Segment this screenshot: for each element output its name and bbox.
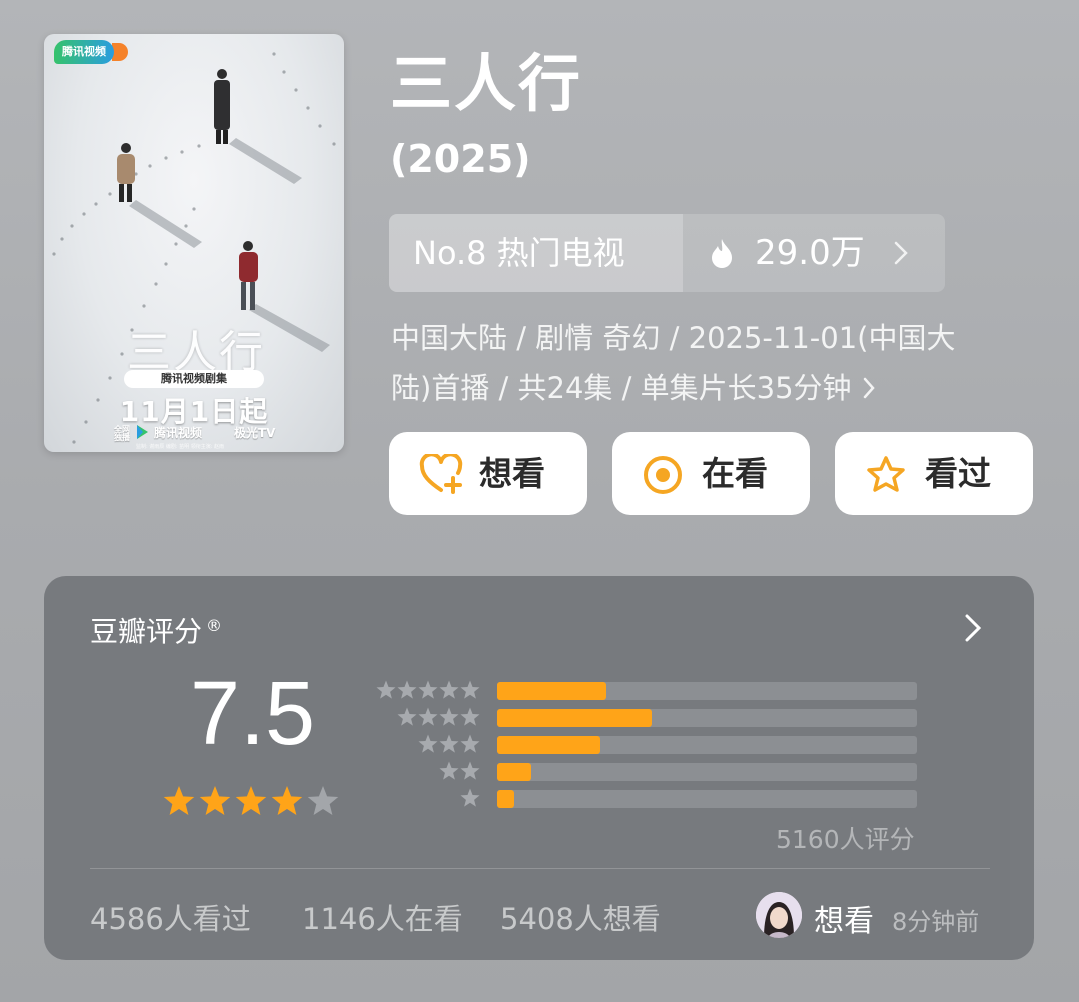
distribution-stars-icon: [418, 734, 480, 753]
star-gray-icon: [418, 707, 438, 726]
rating-score: 7.5: [190, 664, 316, 764]
distribution-bar: [497, 736, 600, 754]
distribution-bar: [497, 763, 531, 781]
poster-banner: 腾讯视频剧集: [124, 370, 264, 388]
distribution-stars-icon: [460, 788, 480, 807]
distribution-row-5-star: [374, 680, 919, 700]
star-gray-icon: [376, 680, 396, 699]
distribution-track: [497, 682, 917, 700]
star-gray-icon: [397, 707, 417, 726]
poster-platform-1: 腾讯视频: [154, 426, 203, 440]
distribution-stars-icon: [397, 707, 480, 726]
rating-title: 豆瓣评分 ®: [90, 615, 223, 648]
poster-credits: 监制: 谢雨辰 编剧: 苗明 领衔主演: 赵雨: [136, 444, 225, 449]
star-filled-icon: [163, 786, 195, 815]
poster-image[interactable]: 腾讯视频 三人行 腾讯视频剧集 11月1日起 全网独播 腾讯视频 极光TV 监制…: [44, 34, 344, 452]
watching-count[interactable]: 1146人在看: [302, 896, 463, 938]
watching-label: 在看: [702, 454, 768, 493]
star-filled-icon: [199, 786, 231, 815]
star-empty-icon: [307, 786, 339, 815]
star-gray-icon: [460, 734, 480, 753]
watching-button[interactable]: 在看: [612, 432, 810, 515]
star-gray-icon: [460, 761, 480, 780]
distribution-track: [497, 790, 917, 808]
rank-label: No.8 热门电视: [389, 214, 683, 292]
star-outline-icon: [865, 454, 907, 504]
recent-user-action: 想看: [814, 904, 874, 939]
heat-value: 29.0万: [755, 233, 865, 273]
recent-user-time: 8分钟前: [892, 908, 980, 936]
want-to-watch-button[interactable]: 想看: [389, 432, 587, 515]
star-gray-icon: [439, 680, 459, 699]
heart-plus-icon: [419, 452, 465, 502]
chevron-right-icon: [893, 240, 909, 270]
distribution-stars-icon: [376, 680, 480, 699]
distribution-bar: [497, 790, 514, 808]
ranking-bar[interactable]: No.8 热门电视 29.0万: [389, 214, 945, 292]
fire-icon: [707, 238, 737, 274]
watched-label: 看过: [925, 454, 991, 493]
meta-info[interactable]: 中国大陆 / 剧情 奇幻 / 2025-11-01(中国大 陆)首播 / 共24…: [391, 313, 1011, 415]
meta-line-2: 陆)首播 / 共24集 / 单集片长35分钟: [391, 371, 852, 405]
star-gray-icon: [418, 734, 438, 753]
star-gray-icon: [460, 707, 480, 726]
meta-line-1: 中国大陆 / 剧情 奇幻 / 2025-11-01(中国大: [391, 321, 956, 355]
rating-count: 5160人评分: [776, 825, 915, 854]
watched-button[interactable]: 看过: [835, 432, 1033, 515]
distribution-bar: [497, 682, 607, 700]
poster-platforms: 全网独播 腾讯视频 极光TV: [114, 424, 314, 442]
poster-platform-2: 极光TV: [234, 426, 276, 440]
poster-platform-label: 全网独播: [114, 425, 130, 442]
distribution-track: [497, 736, 917, 754]
star-gray-icon: [439, 707, 459, 726]
star-filled-icon: [271, 786, 303, 815]
heat-section[interactable]: 29.0万: [683, 214, 945, 292]
star-gray-icon: [460, 788, 480, 807]
star-gray-icon: [397, 680, 417, 699]
want-count[interactable]: 5408人想看: [500, 896, 661, 938]
distribution-stars-icon: [439, 761, 480, 780]
chevron-right-icon: [862, 365, 876, 415]
star-filled-icon: [235, 786, 267, 815]
distribution-row-4-star: [374, 707, 919, 727]
want-to-watch-label: 想看: [479, 454, 545, 493]
rating-card[interactable]: 豆瓣评分 ® 7.5 5160人评分 4586人看过 1146人在看 5408人想…: [44, 576, 1034, 960]
distribution-row-1-star: [374, 788, 919, 808]
tencent-video-logo: 腾讯视频: [54, 40, 132, 70]
distribution-row-3-star: [374, 734, 919, 754]
distribution-track: [497, 763, 917, 781]
star-gray-icon: [439, 761, 459, 780]
meta-line-2-row: 陆)首播 / 共24集 / 单集片长35分钟: [391, 363, 1011, 415]
target-icon: [642, 454, 684, 504]
rating-stars: [163, 786, 339, 815]
seen-count[interactable]: 4586人看过: [90, 896, 251, 938]
divider: [90, 868, 990, 869]
distribution-row-2-star: [374, 761, 919, 781]
distribution-track: [497, 709, 917, 727]
star-gray-icon: [439, 734, 459, 753]
release-year: (2025): [390, 137, 531, 181]
distribution-bar: [497, 709, 653, 727]
page-title: 三人行: [390, 47, 583, 120]
avatar[interactable]: [756, 892, 802, 938]
star-gray-icon: [460, 680, 480, 699]
star-gray-icon: [418, 680, 438, 699]
chevron-right-icon[interactable]: [962, 612, 984, 648]
